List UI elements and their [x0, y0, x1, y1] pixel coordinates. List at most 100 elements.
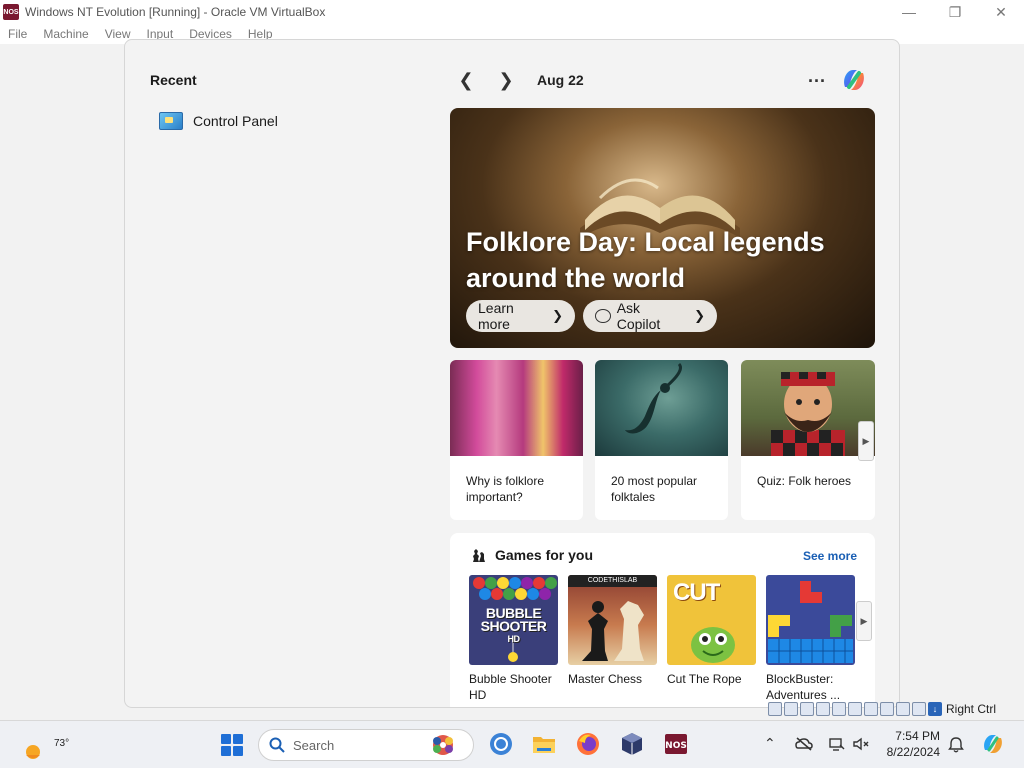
cut-the-rope-logo: CUT [673, 579, 720, 606]
chess-pieces-illustration [582, 601, 644, 661]
hard-disk-icon[interactable] [768, 702, 782, 716]
menu-file[interactable]: File [8, 27, 27, 41]
clock-date: 8/22/2024 [886, 745, 940, 759]
bubble-shooter-logo: BUBBLE SHOOTER HD [469, 605, 558, 646]
mouse-integration-icon[interactable] [912, 702, 926, 716]
weather-temperature: 73° [54, 738, 70, 749]
svg-text:NOS: NOS [665, 741, 687, 751]
taskbar-clock[interactable]: 7:54 PM 8/22/2024 [884, 728, 940, 760]
mermaid-image [595, 360, 728, 456]
hero-title: Folklore Day: Local legends around the w… [466, 227, 825, 293]
chevron-right-icon: ❯ [552, 308, 563, 323]
host-window-controls: — ❐ ✕ [886, 0, 1024, 24]
shared-folders-icon[interactable] [848, 702, 862, 716]
host-window-title: Windows NT Evolution [Running] - Oracle … [25, 5, 326, 19]
copilot-taskbar-icon[interactable] [980, 731, 1006, 757]
chrome-icon[interactable] [488, 731, 514, 757]
next-day-icon[interactable]: ❯ [491, 66, 521, 94]
weather-icon [26, 745, 40, 759]
tetris-blocks-illustration [768, 581, 853, 663]
host-key-icon: ↓ [928, 702, 942, 716]
network-icon[interactable] [816, 702, 830, 716]
host-key-label: Right Ctrl [946, 702, 997, 716]
usb-icon[interactable] [832, 702, 846, 716]
story-card-title: 20 most popular folktales [611, 474, 698, 504]
nos-icon[interactable]: NOS [663, 731, 689, 757]
game-tile-bubble-shooter[interactable]: BUBBLE SHOOTER HD Bubble Shooter HD [469, 575, 558, 703]
search-highlight-icon [433, 735, 453, 755]
story-card[interactable]: Quiz: Folk heroes [741, 360, 875, 520]
menu-view[interactable]: View [105, 27, 131, 41]
game-tile-master-chess[interactable]: CODETHISLAB Master Chess [568, 575, 657, 687]
show-hidden-icons-icon[interactable]: ⌃ [764, 735, 776, 752]
firefox-icon[interactable] [575, 731, 601, 757]
game-title: BlockBuster: Adventures ... [766, 672, 841, 702]
copilot-icon[interactable] [839, 65, 869, 95]
taskbar-search[interactable] [258, 729, 474, 761]
display-icon[interactable] [864, 702, 878, 716]
bubble-shooter-logo-sub: HD [507, 634, 521, 644]
taskbar: 73° NOS [0, 720, 1024, 768]
search-icon [269, 737, 285, 753]
weather-widget[interactable]: 73° [22, 729, 69, 761]
file-explorer-icon[interactable] [531, 731, 557, 757]
blockbuster-art [766, 575, 855, 665]
onedrive-offline-icon[interactable] [795, 736, 813, 752]
ask-copilot-label: Ask Copilot [616, 300, 661, 332]
folklore-costumes-image [450, 360, 583, 456]
learn-more-label: Learn more [478, 300, 514, 332]
ask-copilot-button[interactable]: Ask Copilot ❯ [583, 300, 717, 332]
host-status-bar: ↓ Right Ctrl [768, 702, 996, 716]
game-tile-cut-the-rope[interactable]: CUT Cut The Rope [667, 575, 756, 687]
game-title: Cut The Rope [667, 672, 742, 686]
previous-day-icon[interactable]: ❮ [451, 66, 481, 94]
games-heading: Games for you [470, 547, 593, 563]
cut-the-rope-art: CUT [667, 575, 756, 665]
games-section: Games for you See more BUBBLE SHOOTER HD… [450, 533, 875, 707]
menu-machine[interactable]: Machine [43, 27, 88, 41]
games-heading-label: Games for you [495, 547, 594, 563]
bubble-shooter-art: BUBBLE SHOOTER HD [469, 575, 558, 665]
lumberjack-illustration [771, 372, 845, 456]
chat-bubble-icon [595, 309, 611, 323]
network-tray-icon[interactable] [828, 736, 846, 752]
virtualbox-icon[interactable] [619, 731, 645, 757]
audio-icon[interactable] [800, 702, 814, 716]
recent-item-control-panel[interactable]: Control Panel [159, 112, 278, 130]
current-date: Aug 22 [537, 72, 584, 88]
story-card[interactable]: Why is folklore important? [450, 360, 583, 520]
game-title: Master Chess [568, 672, 643, 686]
clock-time: 7:54 PM [895, 729, 940, 743]
hero-card[interactable]: Folklore Day: Local legends around the w… [450, 108, 875, 348]
cpu-icon[interactable] [896, 702, 910, 716]
recent-item-label: Control Panel [193, 113, 278, 129]
bubble-shooter-logo-text: BUBBLE SHOOTER [480, 605, 547, 634]
game-tile-blockbuster[interactable]: BlockBuster: Adventures ... [766, 575, 855, 703]
notification-bell-icon[interactable] [948, 736, 964, 753]
recording-icon[interactable] [880, 702, 894, 716]
host-titlebar: NOS Windows NT Evolution [Running] - Ora… [0, 0, 1024, 24]
start-button-icon[interactable] [221, 734, 243, 756]
games-scroll-right-icon[interactable]: ▶ [856, 601, 872, 641]
date-navigation: ❮ ❯ Aug 22 [451, 66, 584, 94]
recent-heading: Recent [150, 72, 197, 88]
volume-mute-icon[interactable] [852, 736, 870, 752]
master-chess-art: CODETHISLAB [568, 575, 657, 665]
story-card-title: Quiz: Folk heroes [757, 474, 852, 488]
see-more-link[interactable]: See more [803, 549, 857, 563]
close-icon[interactable]: ✕ [978, 0, 1024, 24]
optical-drive-icon[interactable] [784, 702, 798, 716]
learn-more-button[interactable]: Learn more ❯ [466, 300, 575, 332]
mermaid-silhouette [625, 362, 682, 434]
minimize-icon[interactable]: — [886, 0, 932, 24]
control-panel-icon [159, 112, 183, 130]
more-options-icon[interactable]: ... [805, 66, 829, 87]
widgets-panel: Recent Control Panel ❮ ❯ Aug 22 ... Folk… [124, 39, 900, 708]
search-input[interactable] [293, 737, 423, 753]
maximize-icon[interactable]: ❐ [932, 0, 978, 24]
chevron-right-icon: ❯ [694, 308, 705, 323]
chess-piece-icon [473, 549, 485, 562]
story-card-title: Why is folklore important? [466, 474, 545, 504]
cards-scroll-right-icon[interactable]: ▶ [858, 421, 874, 461]
story-card[interactable]: 20 most popular folktales [595, 360, 728, 520]
